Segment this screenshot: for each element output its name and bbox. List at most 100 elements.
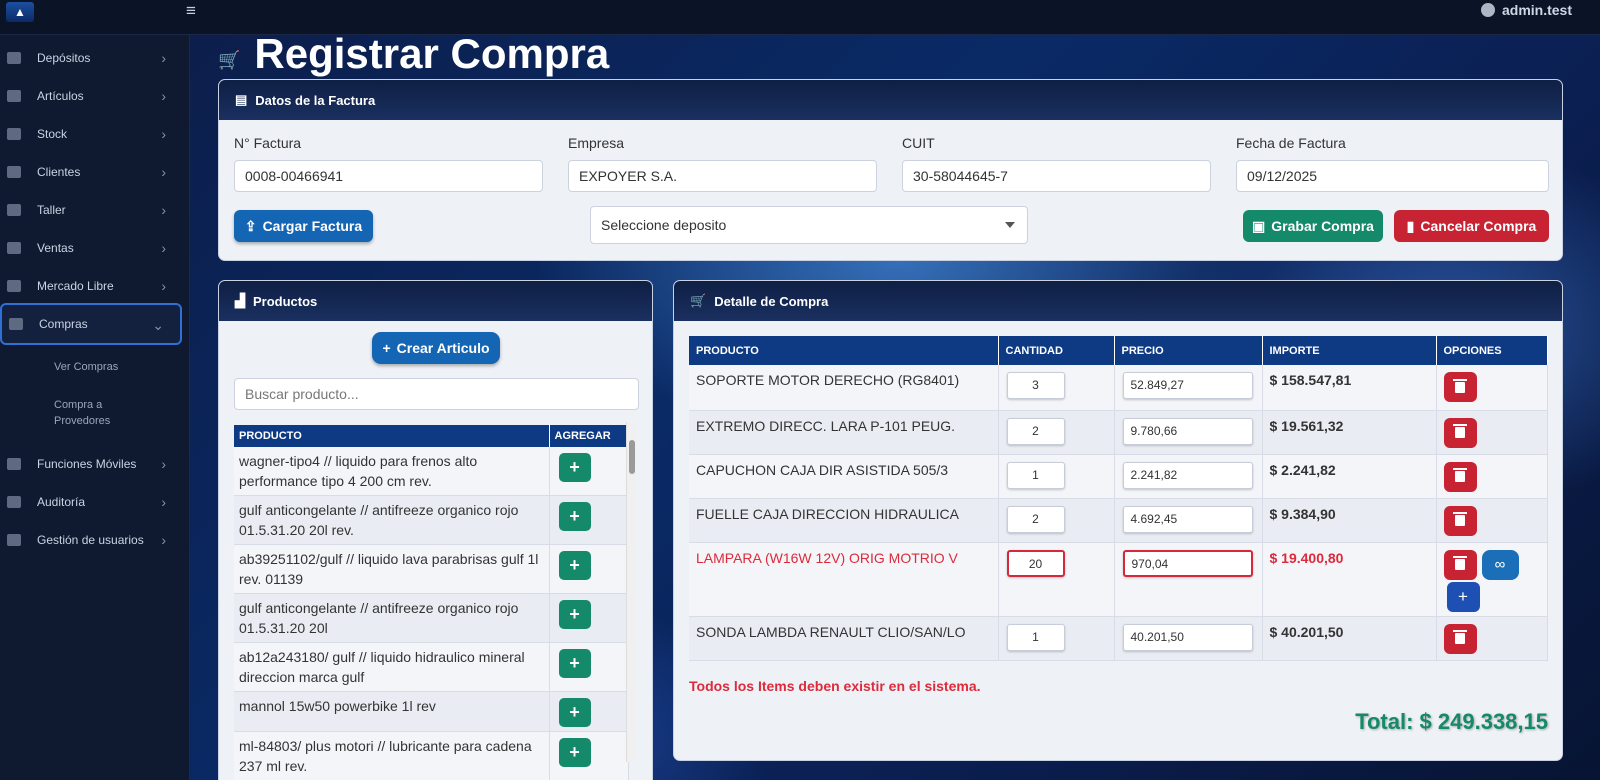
price-input[interactable]: 970,04: [1122, 549, 1253, 577]
sidebar-item-compras[interactable]: Compras ⌄: [0, 303, 182, 345]
invoice-date-input[interactable]: 09/12/2025: [1236, 160, 1549, 192]
table-row: ab39251102/gulf // liquido lava parabris…: [234, 544, 629, 594]
quantity-input[interactable]: 3: [1006, 372, 1065, 399]
cancel-purchase-button[interactable]: ▮ Cancelar Compra: [1394, 210, 1549, 242]
sidebar-item-depositos[interactable]: Depósitos ›: [0, 39, 182, 77]
trash-icon: [1453, 512, 1467, 526]
layers-icon: [7, 128, 21, 140]
sidebar-subitem-compra-proveedores[interactable]: Compra a Provedores: [54, 397, 134, 429]
cuit-label: CUIT: [902, 135, 935, 151]
logo-icon[interactable]: ▲: [6, 2, 34, 22]
detail-product: CAPUCHON CAJA DIR ASISTIDA 505/3: [689, 454, 999, 499]
warehouse-icon: [7, 52, 21, 64]
table-row: gulf anticongelante // antifreeze organi…: [234, 495, 629, 545]
sidebar: Depósitos › Artículos › Stock › Clientes › T…: [0, 35, 190, 780]
upload-icon: ⇪: [244, 217, 257, 234]
quantity-input[interactable]: 2: [1006, 417, 1065, 445]
table-row-error: LAMPARA (W16W 12V) ORIG MOTRIO V 20 970,…: [689, 542, 1548, 617]
add-product-button[interactable]: +: [558, 698, 591, 727]
price-input[interactable]: 4.692,45: [1122, 505, 1253, 533]
invoice-number-input[interactable]: 0008-00466941: [234, 160, 543, 192]
cuit-input[interactable]: 30-58044645-7: [902, 160, 1211, 192]
column-header: IMPORTE: [1262, 336, 1437, 365]
add-product-button[interactable]: +: [558, 738, 591, 767]
price-input[interactable]: 2.241,82: [1122, 461, 1253, 489]
product-search-input[interactable]: Buscar producto...: [234, 378, 639, 410]
store-icon: [7, 242, 21, 254]
chevron-right-icon: ›: [161, 88, 166, 104]
user-name: admin.test: [1501, 2, 1572, 18]
add-product-button[interactable]: +: [558, 600, 591, 629]
products-table: PRODUCTO AGREGAR wagner-tipo4 // liquido…: [234, 425, 629, 780]
price-input[interactable]: 52.849,27: [1122, 372, 1253, 399]
add-product-button[interactable]: +: [558, 649, 591, 678]
delete-row-button[interactable]: [1443, 372, 1477, 402]
plus-icon: +: [382, 340, 391, 356]
table-row: SONDA LAMBDA RENAULT CLIO/SAN/LO 1 40.20…: [689, 616, 1548, 661]
column-header: OPCIONES: [1436, 336, 1548, 365]
company-input[interactable]: EXPOYER S.A.: [568, 160, 877, 192]
delete-row-button[interactable]: [1443, 461, 1477, 492]
quantity-input[interactable]: 1: [1006, 461, 1065, 489]
add-product-button[interactable]: +: [558, 502, 591, 531]
products-scrollbar[interactable]: [626, 422, 636, 762]
deposit-select[interactable]: Seleccione deposito: [590, 206, 1028, 244]
sidebar-item-articulos[interactable]: Artículos ›: [0, 77, 182, 115]
detail-amount: $ 9.384,90: [1262, 498, 1437, 543]
table-row: ml-84803/ plus motori // lubricante para…: [234, 731, 629, 780]
tools-icon: [7, 204, 21, 216]
price-input[interactable]: 9.780,66: [1122, 417, 1253, 445]
detail-amount: $ 19.561,32: [1262, 410, 1437, 455]
user-cog-icon: [7, 534, 21, 546]
column-header: PRODUCTO: [689, 336, 999, 365]
save-purchase-button[interactable]: ▣ Grabar Compra: [1243, 210, 1383, 242]
column-header: PRECIO: [1114, 336, 1263, 365]
delete-row-button[interactable]: [1443, 417, 1477, 448]
chevron-right-icon: ›: [161, 456, 166, 472]
detail-amount: $ 19.400,80: [1262, 542, 1437, 617]
menu-toggle-icon[interactable]: ≡: [186, 1, 196, 21]
sidebar-item-ventas[interactable]: Ventas ›: [0, 229, 182, 267]
quantity-input[interactable]: 20: [1006, 549, 1065, 577]
detail-card: 🛒 Detalle de Compra PRODUCTO CANTIDAD PR…: [673, 280, 1563, 761]
detail-table: PRODUCTO CANTIDAD PRECIO IMPORTE OPCIONE…: [689, 336, 1548, 661]
table-row: SOPORTE MOTOR DERECHO (RG8401) 3 52.849,…: [689, 365, 1548, 411]
quantity-input[interactable]: 2: [1006, 505, 1065, 533]
scrollbar-thumb[interactable]: [629, 440, 635, 474]
sidebar-item-funciones-moviles[interactable]: Funciones Móviles ›: [0, 445, 182, 483]
chevron-right-icon: ›: [161, 126, 166, 142]
delete-row-button[interactable]: [1443, 505, 1477, 536]
chevron-right-icon: ›: [161, 494, 166, 510]
load-invoice-button[interactable]: ⇪ Cargar Factura: [234, 210, 373, 242]
trash-icon: [1453, 468, 1467, 482]
quantity-input[interactable]: 1: [1006, 623, 1065, 651]
user-menu[interactable]: admin.test: [1480, 2, 1572, 18]
link-product-button[interactable]: ∞: [1481, 549, 1519, 580]
mobile-icon: [7, 458, 21, 470]
add-article-button[interactable]: +: [1446, 581, 1480, 612]
price-input[interactable]: 40.201,50: [1122, 623, 1253, 651]
chevron-right-icon: ›: [161, 164, 166, 180]
delete-row-button[interactable]: [1443, 549, 1477, 580]
sidebar-item-gestion-usuarios[interactable]: Gestión de usuarios ›: [0, 521, 182, 559]
table-row: ab12a243180/ gulf // liquido hidraulico …: [234, 642, 629, 692]
delete-row-button[interactable]: [1443, 623, 1477, 654]
validation-warning: Todos los Items deben existir en el sist…: [689, 678, 981, 694]
sidebar-item-stock[interactable]: Stock ›: [0, 115, 182, 153]
sidebar-item-taller[interactable]: Taller ›: [0, 191, 182, 229]
sidebar-item-mercado-libre[interactable]: Mercado Libre ›: [0, 267, 182, 305]
sidebar-subitem-ver-compras[interactable]: Ver Compras: [54, 359, 164, 375]
product-name: wagner-tipo4 // liquido para frenos alto…: [234, 447, 550, 496]
sidebar-item-auditoria[interactable]: Auditoría ›: [0, 483, 182, 521]
add-product-button[interactable]: +: [558, 551, 591, 580]
trash-icon: [1453, 556, 1467, 570]
trash-icon: ▮: [1406, 217, 1415, 234]
invoice-date-label: Fecha de Factura: [1236, 135, 1346, 151]
caret-down-icon: [1005, 222, 1015, 228]
add-product-button[interactable]: +: [558, 453, 591, 482]
chevron-right-icon: ›: [161, 50, 166, 66]
detail-amount: $ 40.201,50: [1262, 616, 1437, 661]
create-article-button[interactable]: + Crear Articulo: [372, 332, 500, 364]
sidebar-item-clientes[interactable]: Clientes ›: [0, 153, 182, 191]
product-name: gulf anticongelante // antifreeze organi…: [234, 593, 550, 643]
